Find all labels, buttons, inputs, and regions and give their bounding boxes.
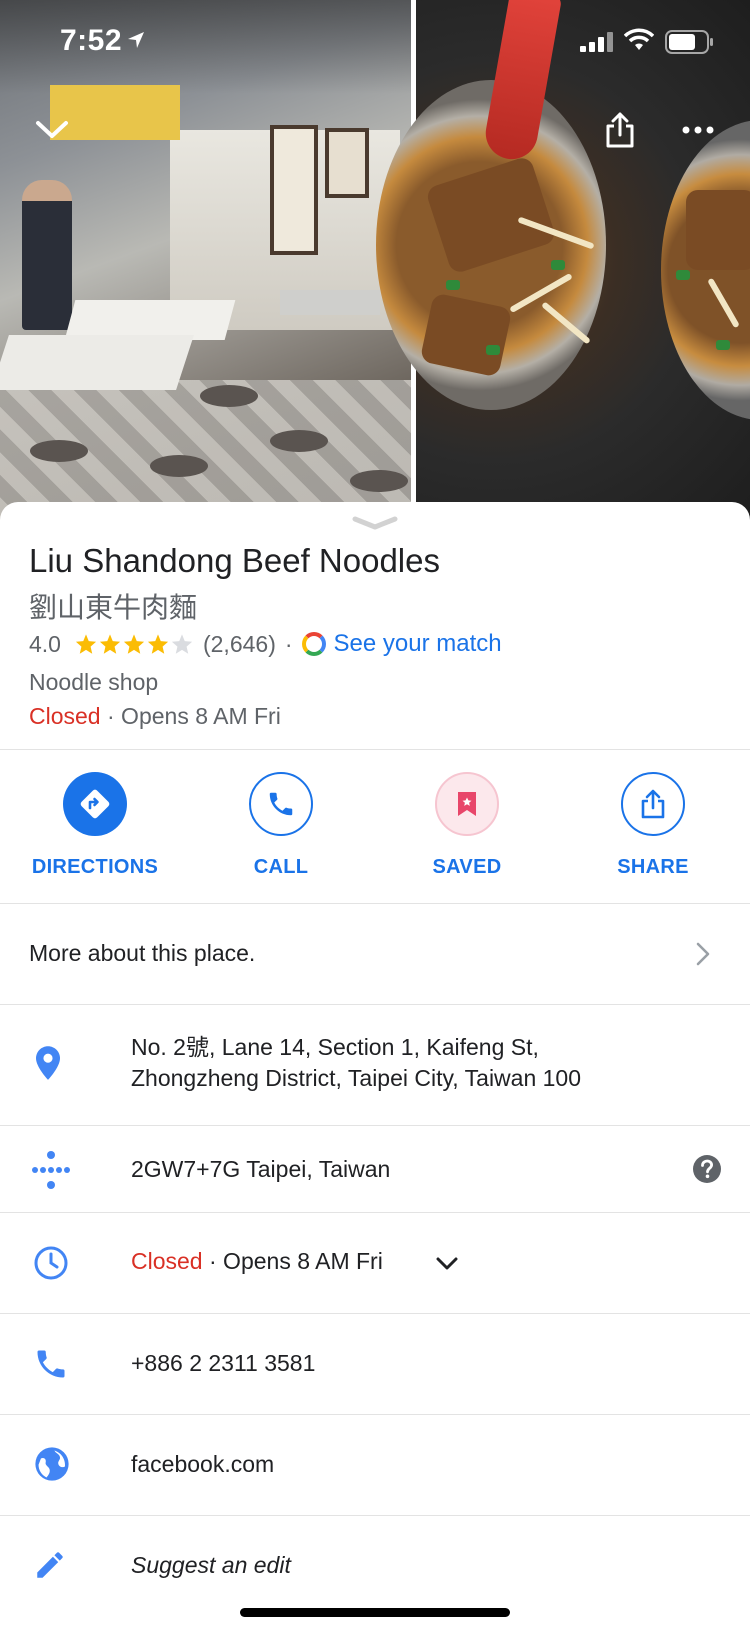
clock-icon xyxy=(34,1246,68,1280)
call-button[interactable]: CALL xyxy=(188,742,374,892)
more-options-button[interactable] xyxy=(668,100,728,160)
home-indicator[interactable] xyxy=(240,1608,510,1617)
saved-button[interactable]: SAVED xyxy=(374,742,560,892)
hours-opens: · Opens 8 AM Fri xyxy=(209,1248,383,1274)
scallion xyxy=(486,345,500,355)
place-title: Liu Shandong Beef Noodles xyxy=(29,542,440,579)
saved-circle xyxy=(435,772,499,836)
scallion xyxy=(676,270,690,280)
opens-time: · Opens 8 AM Fri xyxy=(107,703,281,729)
photo-person xyxy=(22,180,72,330)
google-match-icon xyxy=(301,632,326,656)
suggest-edit-label: Suggest an edit xyxy=(131,1552,291,1578)
open-status: Closed · Opens 8 AM Fri xyxy=(29,703,281,730)
address-line-1: No. 2號, Lane 14, Section 1, Kaifeng St, xyxy=(131,1034,539,1060)
action-bar: DIRECTIONS CALL SAVED SHARE xyxy=(0,742,750,892)
share-icon xyxy=(641,789,665,819)
collapse-button[interactable] xyxy=(22,100,82,160)
photo-calligraphy xyxy=(270,125,318,255)
website-row[interactable]: facebook.com xyxy=(0,1415,750,1515)
address-row[interactable]: No. 2號, Lane 14, Section 1, Kaifeng St, … xyxy=(0,1005,750,1125)
separator-dot: · xyxy=(284,630,293,657)
photo-stool xyxy=(270,430,328,452)
wifi-icon xyxy=(624,28,654,50)
see-your-match-link[interactable]: See your match xyxy=(301,630,502,658)
rating-value: 4.0 xyxy=(29,630,61,657)
share-label: SHARE xyxy=(617,856,689,878)
star-empty-icon xyxy=(171,634,193,654)
photo-stool xyxy=(350,470,408,492)
hours-text: Closed · Opens 8 AM Fri xyxy=(131,1246,383,1277)
directions-icon xyxy=(80,789,110,819)
place-native-name: 劉山東牛肉麵 xyxy=(29,591,198,624)
more-about-row[interactable]: More about this place. xyxy=(0,904,750,1004)
more-dots-icon xyxy=(682,126,714,134)
photo-stool xyxy=(200,385,258,407)
photo-carousel[interactable]: 7:52 xyxy=(0,0,750,520)
star-filled-icon xyxy=(99,634,121,654)
scallion xyxy=(446,280,460,290)
bookmark-icon xyxy=(458,792,476,816)
photo-stool xyxy=(150,455,208,477)
hours-closed-label: Closed xyxy=(131,1248,203,1274)
share-icon xyxy=(606,112,634,148)
phone-row[interactable]: +886 2 2311 3581 xyxy=(0,1314,750,1414)
star-filled-icon xyxy=(123,634,145,654)
location-arrow-icon xyxy=(128,32,144,48)
hours-row[interactable]: Closed · Opens 8 AM Fri xyxy=(0,1213,750,1313)
call-label: CALL xyxy=(253,856,309,878)
share-button[interactable]: SHARE xyxy=(560,742,746,892)
status-time: 7:52 xyxy=(60,24,123,57)
cellular-signal-icon xyxy=(580,32,613,52)
star-rating xyxy=(75,633,195,655)
more-about-label: More about this place. xyxy=(29,940,256,966)
plus-code-icon xyxy=(32,1151,70,1189)
website-link: facebook.com xyxy=(131,1451,275,1477)
star-filled-icon xyxy=(75,634,97,654)
place-category: Noodle shop xyxy=(29,669,159,695)
directions-button[interactable]: DIRECTIONS xyxy=(2,742,188,892)
chevron-down-icon xyxy=(36,121,68,138)
directions-circle xyxy=(63,772,127,836)
phone-number: +886 2 2311 3581 xyxy=(131,1350,316,1376)
place-details-sheet: Liu Shandong Beef Noodles 劉山東牛肉麵 4.0 (2,… xyxy=(0,502,750,1626)
plus-code-row[interactable]: 2GW7+7G Taipei, Taiwan xyxy=(0,1126,750,1212)
plus-code-text: 2GW7+7G Taipei, Taiwan xyxy=(131,1156,391,1182)
noodle-bowl xyxy=(661,120,750,420)
scallion xyxy=(716,340,730,350)
globe-icon xyxy=(35,1447,69,1481)
sheet-handle-icon[interactable] xyxy=(352,516,398,530)
battery-icon xyxy=(665,30,713,54)
closed-label: Closed xyxy=(29,703,101,729)
scallion xyxy=(551,260,565,270)
directions-label: DIRECTIONS xyxy=(31,856,159,878)
chevron-down-icon[interactable] xyxy=(436,1257,458,1271)
share-circle xyxy=(621,772,685,836)
help-icon[interactable] xyxy=(692,1154,722,1184)
status-bar: 7:52 xyxy=(0,0,750,88)
phone-icon xyxy=(37,1350,65,1378)
map-pin-icon xyxy=(36,1046,60,1080)
beef-slice xyxy=(686,190,750,270)
header-share-button[interactable] xyxy=(590,100,650,160)
review-count[interactable]: (2,646) xyxy=(203,631,276,658)
chevron-right-icon xyxy=(696,942,710,966)
star-filled-icon xyxy=(147,634,169,654)
photo-stool xyxy=(30,440,88,462)
call-circle xyxy=(249,772,313,836)
match-label: See your match xyxy=(333,630,502,657)
suggest-edit-row[interactable]: Suggest an edit xyxy=(0,1516,750,1616)
phone-icon xyxy=(269,792,293,816)
pencil-icon xyxy=(37,1552,63,1578)
photo-calligraphy xyxy=(325,128,369,198)
photo-table xyxy=(280,290,380,315)
photo-table xyxy=(0,335,194,390)
saved-label: SAVED xyxy=(432,856,502,878)
rating-row: 4.0 (2,646) · See your match xyxy=(29,630,502,658)
address-line-2: Zhongzheng District, Taipei City, Taiwan… xyxy=(131,1065,582,1091)
photo-table xyxy=(64,300,236,340)
